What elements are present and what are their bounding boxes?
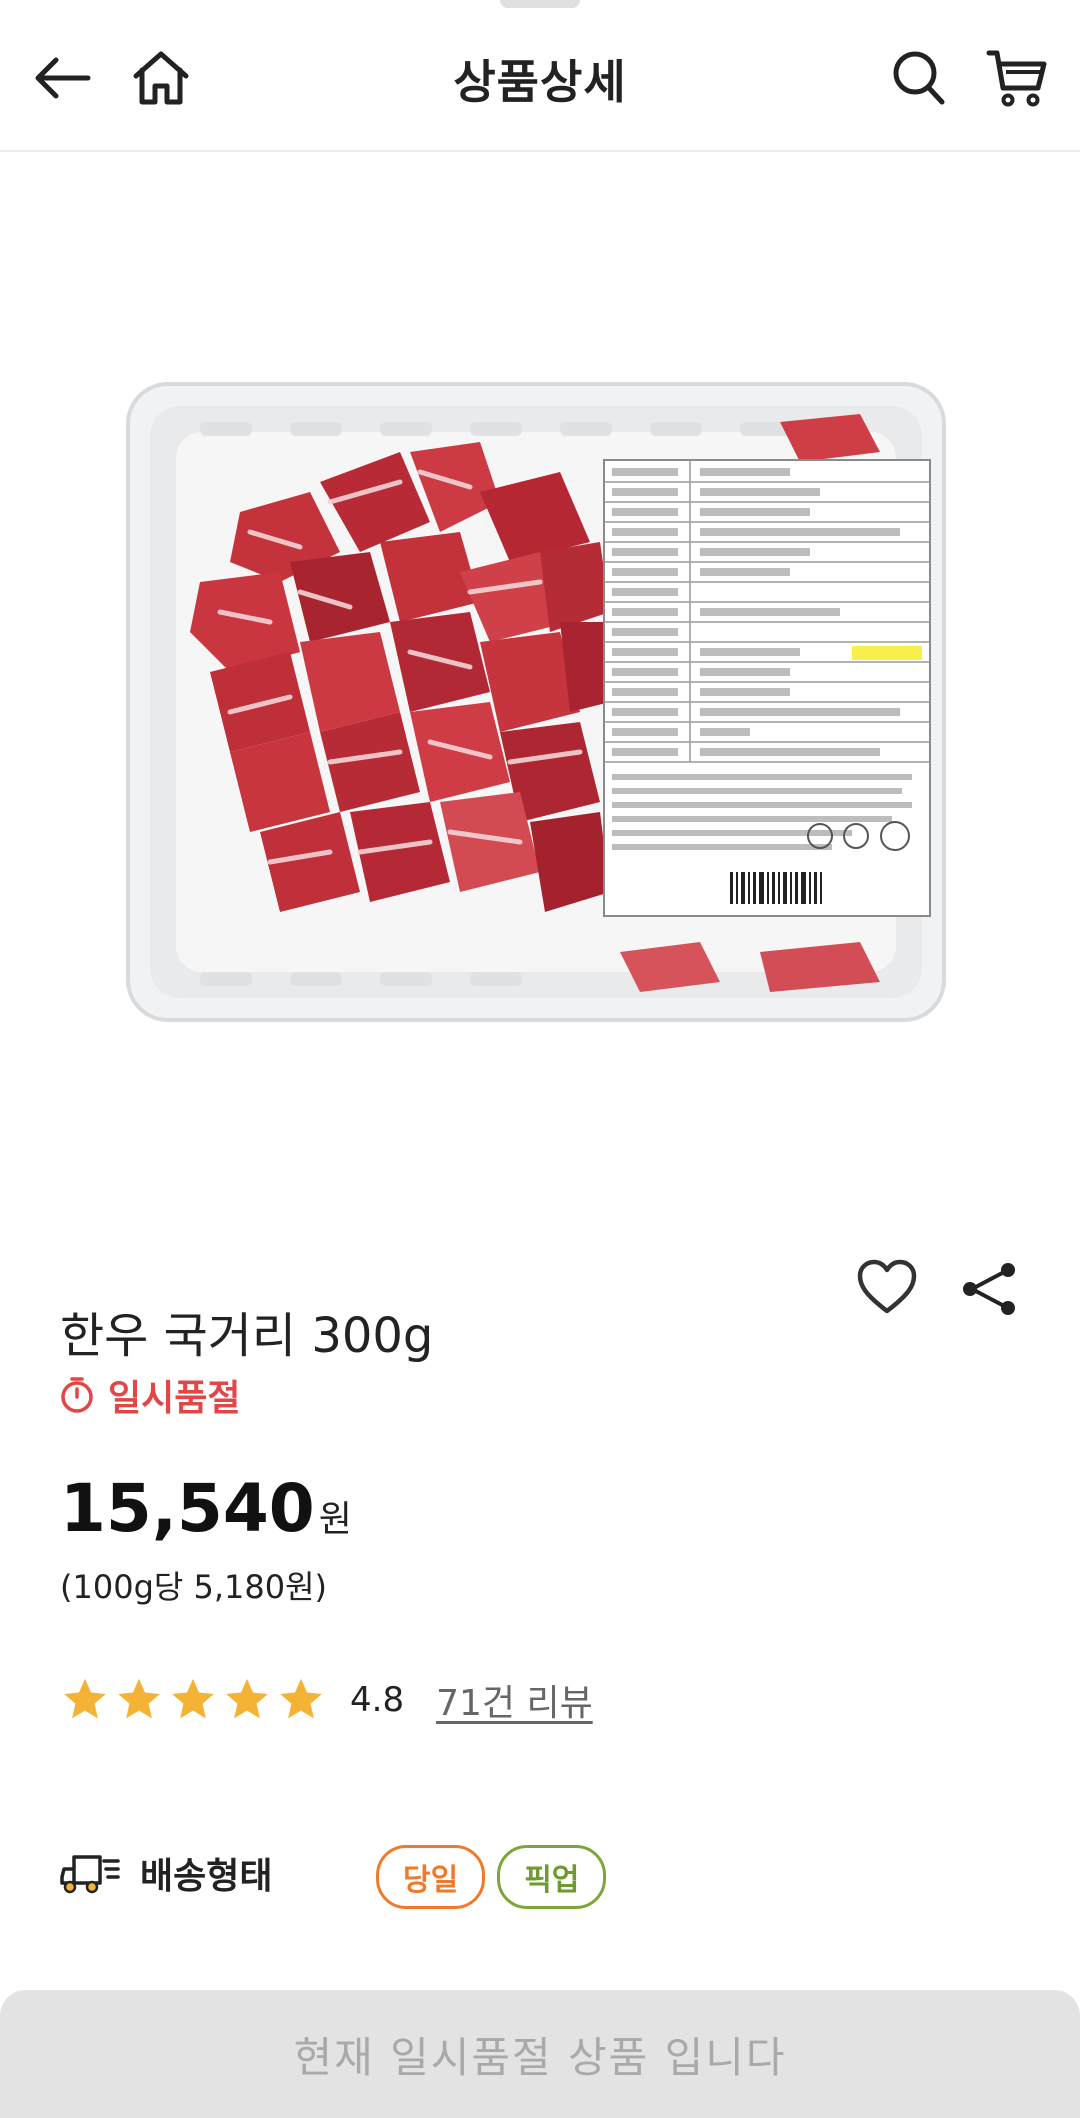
- search-icon: [893, 51, 945, 105]
- rating-score: 4.8: [350, 1680, 405, 1720]
- timer-icon: [61, 1377, 93, 1413]
- star-icon: [64, 1678, 106, 1719]
- delivery-type-row: 배송형태: [60, 1840, 272, 1906]
- cart-icon: [986, 50, 1047, 107]
- star-rating: [60, 1675, 326, 1725]
- share-icon: [963, 1263, 1015, 1315]
- star-icon: [226, 1678, 268, 1719]
- product-image[interactable]: [0, 152, 1080, 1202]
- search-button[interactable]: [890, 48, 948, 108]
- sold-out-message: 현재 일시품절 상품 입니다: [293, 2032, 787, 2082]
- delivery-truck-icon: [60, 1855, 120, 1894]
- wishlist-button[interactable]: [856, 1258, 918, 1316]
- stock-status-text: 일시품절: [108, 1378, 241, 1419]
- cart-button[interactable]: [986, 48, 1048, 108]
- share-button[interactable]: [960, 1262, 1018, 1316]
- top-app-bar: 상품상세: [0, 0, 1080, 152]
- badge-same-day: 당일: [376, 1845, 486, 1909]
- meat-package-image: [126, 382, 946, 1022]
- review-count-link[interactable]: 71건 리뷰: [436, 1674, 593, 1726]
- rating-row: 4.8 71건 리뷰: [60, 1670, 593, 1730]
- badge-pickup: 픽업: [497, 1845, 607, 1909]
- unit-price: (100g당 5,180원): [60, 1568, 328, 1606]
- sold-out-bar[interactable]: 현재 일시품절 상품 입니다: [0, 1990, 1080, 2118]
- delivery-badges: 당일 픽업: [376, 1845, 607, 1909]
- star-icon: [118, 1678, 160, 1719]
- star-icon: [280, 1678, 322, 1719]
- price-value: 15,540: [60, 1470, 315, 1547]
- delivery-type-label: 배송형태: [140, 1856, 273, 1897]
- heart-icon: [857, 1259, 917, 1314]
- product-name: 한우 국거리 300g: [60, 1308, 434, 1364]
- price-row: 15,540 원: [60, 1470, 352, 1547]
- stock-status: 일시품절: [60, 1370, 240, 1420]
- star-icon: [172, 1678, 214, 1719]
- status-notch: [500, 0, 580, 8]
- price-currency: 원: [318, 1499, 352, 1540]
